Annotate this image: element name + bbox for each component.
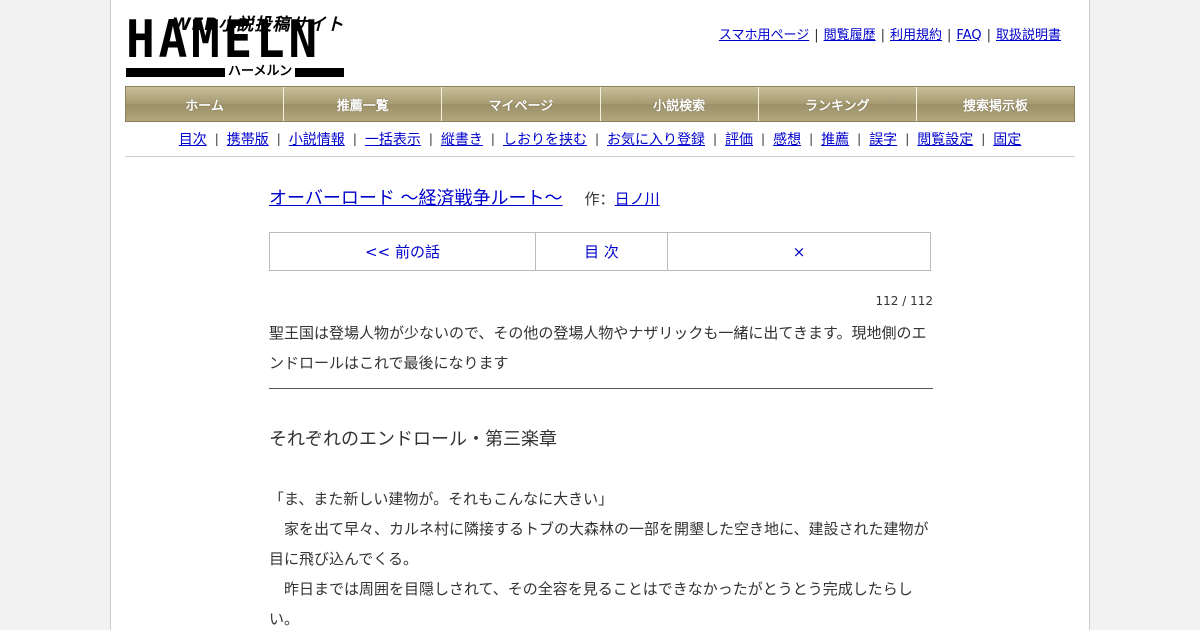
body-paragraph: 「ま、また新しい建物が。それもこんなに大きい」: [269, 490, 614, 508]
subnav-bookmark[interactable]: しおりを挟む: [503, 129, 587, 149]
link-terms[interactable]: 利用規約: [890, 28, 942, 43]
subnav-typo[interactable]: 誤字: [869, 129, 897, 149]
separator: |: [352, 132, 357, 146]
separator: |: [905, 132, 910, 146]
separator: |: [986, 28, 991, 43]
sub-nav: 目次 | 携帯版 | 小説情報 | 一括表示 | 縦書き | しおりを挟む | お気に入り登…: [125, 122, 1075, 157]
logo-wordmark: HAMELN: [126, 10, 321, 70]
separator: |: [880, 28, 885, 43]
chapter-title: それぞれのエンドロール・第三楽章: [269, 429, 557, 450]
novel-header: オーバーロード ～経済戦争ルート～ 作：日ノ川: [269, 184, 660, 210]
chapter-counter: 112 / 112: [875, 294, 933, 308]
novel-title-link[interactable]: オーバーロード ～経済戦争ルート～: [269, 188, 563, 209]
subnav-mobile[interactable]: 携帯版: [227, 129, 269, 149]
site-logo[interactable]: WEB小説投稿サイト HAMELN ハーメルン: [126, 8, 346, 80]
chapter-body: 「ま、また新しい建物が。それもこんなに大きい」 家を出て早々、カルネ村に隣接する…: [269, 484, 933, 630]
separator: |: [814, 28, 819, 43]
nav-ranking[interactable]: ランキング: [758, 87, 917, 121]
subnav-favorite[interactable]: お気に入り登録: [607, 129, 705, 149]
link-smartphone[interactable]: スマホ用ページ: [719, 28, 809, 43]
body-paragraph: 家を出て早々、カルネ村に隣接するトブの大森林の一部を開墾した空き地に、建設された…: [269, 520, 929, 568]
nav-mypage[interactable]: マイページ: [442, 87, 601, 121]
author-prefix: 作：: [584, 190, 615, 208]
separator: |: [857, 132, 862, 146]
link-faq[interactable]: FAQ: [956, 28, 981, 43]
prev-chapter-link[interactable]: << 前の話: [270, 233, 536, 270]
subnav-pin[interactable]: 固定: [993, 129, 1021, 149]
nav-novel-search[interactable]: 小説検索: [600, 87, 759, 121]
separator: |: [428, 132, 433, 146]
subnav-show-all[interactable]: 一括表示: [365, 129, 421, 149]
link-manual[interactable]: 取扱説明書: [996, 28, 1061, 43]
separator: |: [214, 132, 219, 146]
subnav-novel-info[interactable]: 小説情報: [289, 129, 345, 149]
nav-recommendations[interactable]: 推薦一覧: [284, 87, 443, 121]
page: WEB小説投稿サイト HAMELN ハーメルン スマホ用ページ | 閲覧履歴 | 利用規…: [110, 0, 1090, 630]
chapter-nav: << 前の話 目 次 ×: [269, 232, 931, 271]
separator: |: [809, 132, 814, 146]
toc-link[interactable]: 目 次: [536, 233, 668, 270]
author-link[interactable]: 日ノ川: [615, 190, 660, 208]
subnav-recommend[interactable]: 推薦: [821, 129, 849, 149]
close-link[interactable]: ×: [668, 233, 930, 270]
preface-text: 聖王国は登場人物が少ないので、その他の登場人物やナザリックも一緒に出てきます。現…: [269, 318, 933, 389]
separator: |: [594, 132, 599, 146]
separator: |: [947, 28, 952, 43]
top-links: スマホ用ページ | 閲覧履歴 | 利用規約 | FAQ | 取扱説明書: [719, 24, 1061, 43]
logo-kana: ハーメルン: [225, 64, 296, 80]
separator: |: [490, 132, 495, 146]
subnav-comments[interactable]: 感想: [773, 129, 801, 149]
separator: |: [713, 132, 718, 146]
subnav-toc[interactable]: 目次: [179, 129, 207, 149]
body-paragraph: 昨日までは周囲を目隠しされて、その全容を見ることはできなかったがとうとう完成した…: [269, 580, 913, 628]
subnav-rating[interactable]: 評価: [725, 129, 753, 149]
separator: |: [276, 132, 281, 146]
nav-home[interactable]: ホーム: [126, 87, 285, 121]
subnav-vertical[interactable]: 縦書き: [441, 129, 483, 149]
subnav-view-settings[interactable]: 閲覧設定: [917, 129, 973, 149]
main-nav: ホーム 推薦一覧 マイページ 小説検索 ランキング 捜索掲示板: [125, 86, 1075, 122]
separator: |: [981, 132, 986, 146]
nav-search-board[interactable]: 捜索掲示板: [916, 87, 1075, 121]
separator: |: [761, 132, 766, 146]
link-history[interactable]: 閲覧履歴: [824, 28, 876, 43]
